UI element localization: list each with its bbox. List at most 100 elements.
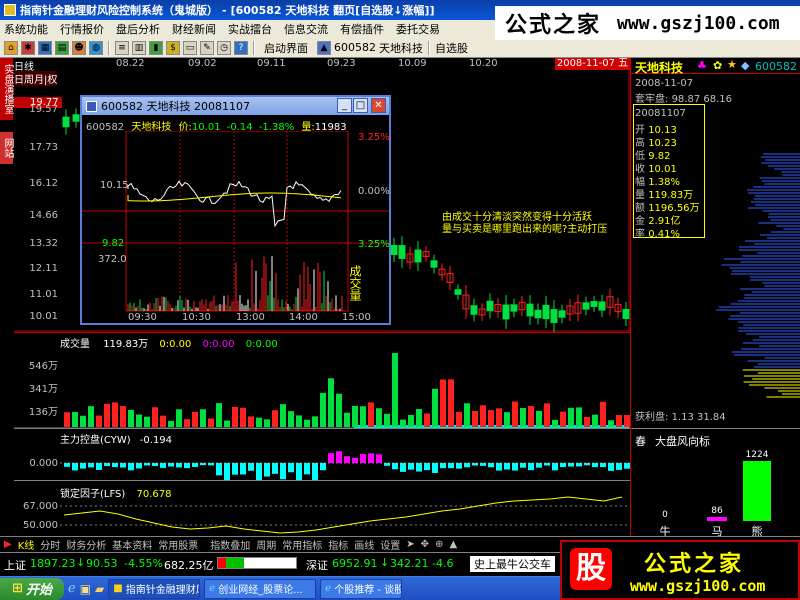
- tab-kline[interactable]: K线: [18, 537, 35, 552]
- price-tick: 17.73: [29, 142, 58, 153]
- grid-icon[interactable]: ▤: [55, 40, 69, 55]
- menu-trade[interactable]: 委托交易: [396, 21, 440, 37]
- cursor-icon[interactable]: ➤: [406, 539, 414, 550]
- volume-bar: [96, 415, 102, 427]
- minimize-button[interactable]: _: [337, 98, 352, 113]
- popup-title-bar[interactable]: 600582 天地科技 20081107 _ □ ✕: [82, 97, 389, 115]
- person-icon[interactable]: ☻: [72, 40, 86, 55]
- money-icon[interactable]: $: [166, 40, 180, 55]
- tab-drawing[interactable]: 画线: [354, 537, 374, 552]
- toolbar-separator: [108, 40, 110, 55]
- lfs-value: 70.678: [136, 489, 172, 500]
- cyw-bar: [160, 463, 166, 468]
- menu-arena[interactable]: 实战擂台: [228, 21, 272, 37]
- move-icon[interactable]: ✥: [421, 539, 429, 550]
- list-icon[interactable]: ≡: [115, 40, 129, 55]
- volume-bar: [424, 413, 430, 427]
- cyw-bar: [544, 463, 550, 466]
- volume-bar: [472, 411, 478, 427]
- play-icon[interactable]: ▶: [4, 539, 12, 550]
- wind-bar-value: 1224: [746, 450, 769, 460]
- menu-analysis[interactable]: 盘后分析: [116, 21, 160, 37]
- quicklaunch-desktop-icon[interactable]: ▣: [80, 582, 91, 596]
- quicklaunch-folder-icon[interactable]: ▰: [95, 582, 104, 596]
- volume-bar: [360, 406, 366, 427]
- lock-icon[interactable]: ▲: [449, 539, 457, 550]
- volume-bar: [384, 413, 390, 427]
- bars-icon[interactable]: ▮: [149, 40, 163, 55]
- maximize-button[interactable]: □: [353, 98, 368, 113]
- tab-intraday[interactable]: 分时: [40, 537, 60, 552]
- menu-news[interactable]: 财经新闻: [172, 21, 216, 37]
- home-icon[interactable]: ⌂: [4, 40, 18, 55]
- zoom-icon[interactable]: ⊕: [435, 539, 443, 550]
- popup-icon: [86, 100, 97, 112]
- tab-indicators[interactable]: 指标: [328, 537, 348, 552]
- quicklaunch-ie-icon[interactable]: ℯ: [68, 581, 76, 596]
- tab-index-overlay[interactable]: 指数叠加: [210, 537, 250, 552]
- task-item-recommend[interactable]: ℯ 个股推荐 - 谈股...: [320, 578, 403, 599]
- cyw-bar: [456, 463, 462, 469]
- close-button[interactable]: ✕: [371, 98, 386, 113]
- toolbar: ⌂ ✱ ▦ ▤ ☻ ◍ ≡ ▥ ▮ $ ▭ ✎ ◷ ? 启动界面 ▲ 60058…: [0, 38, 800, 58]
- cyw-pane[interactable]: 主力控盘(CYW) -0.194 0.000: [14, 428, 630, 481]
- toolbar-stock-name[interactable]: 天地科技: [379, 40, 423, 56]
- clock-icon[interactable]: ◷: [217, 40, 231, 55]
- rp-profit-label: 获利盘:: [635, 412, 669, 423]
- tab-profile[interactable]: 基本资料: [112, 537, 152, 552]
- wind-bar-value: 86: [711, 506, 723, 516]
- toolbar-watchlist[interactable]: 自选股: [435, 40, 468, 56]
- task-item-app[interactable]: ■ 指南针金融理财风...: [108, 578, 201, 599]
- candle: [454, 289, 462, 295]
- cyw-bar: [224, 463, 230, 481]
- period-switch[interactable]: 日周月|权: [14, 71, 58, 86]
- tab-common-stocks[interactable]: 常用股票: [158, 537, 198, 552]
- start-button[interactable]: ⊞ 开始: [0, 577, 64, 600]
- settings-icon[interactable]: ✱: [21, 40, 35, 55]
- price-tick: 10.01: [29, 311, 58, 322]
- volume-bar: [600, 401, 606, 427]
- cyw-bar: [504, 463, 510, 470]
- table-icon[interactable]: ▥: [132, 40, 146, 55]
- cyw-bar: [240, 463, 246, 475]
- volume-header: 成交量 119.83万 0:0.00 0:0.00 0:0.00: [60, 335, 278, 350]
- popup-time-tick: 13:00: [236, 312, 265, 323]
- lfs-pane[interactable]: 锁定因子(LFS) 70.678 67.000 50.000: [14, 480, 630, 536]
- globe-icon[interactable]: ◍: [89, 40, 103, 55]
- menu-plugins[interactable]: 有偿插件: [340, 21, 384, 37]
- annotation-line-2: 量与买卖是哪里跑出来的呢?主动打压: [442, 224, 608, 235]
- cyw-bar: [352, 457, 358, 463]
- volume-bar: [120, 406, 126, 427]
- wind-bar-value: 0: [662, 510, 668, 520]
- task-item-label: 个股推荐 - 谈股...: [334, 585, 403, 596]
- scroll-news[interactable]: 史上最牛公交车: [470, 556, 555, 572]
- question-icon[interactable]: ?: [234, 40, 248, 55]
- toolbar-stock-code[interactable]: 600582: [334, 41, 376, 54]
- menu-system[interactable]: 系统功能: [4, 21, 48, 37]
- tab-settings[interactable]: 设置: [380, 537, 400, 552]
- volume-pane[interactable]: 成交量 119.83万 0:0.00 0:0.00 0:0.00 546万 34…: [14, 332, 630, 429]
- tab-website[interactable]: 网站: [0, 132, 13, 164]
- candle: [558, 310, 566, 318]
- watermark-bottom: 股 公式之家 www.gszj100.com: [560, 540, 800, 600]
- ie-icon: ℯ: [325, 583, 332, 594]
- windows-logo-icon: ⊞: [12, 581, 23, 596]
- app-task-icon: ■: [113, 583, 123, 594]
- cyw-bar: [104, 463, 110, 467]
- task-item-forum[interactable]: ℯ 创业网经_股票论...: [204, 578, 317, 599]
- tab-period[interactable]: 周期: [256, 537, 276, 552]
- popup-time-tick: 14:00: [289, 312, 318, 323]
- tab-finance[interactable]: 财务分析: [66, 537, 106, 552]
- lfs-title: 锁定因子(LFS): [60, 489, 126, 500]
- watermark-logo: 股: [570, 548, 612, 590]
- tab-common-indicators[interactable]: 常用指标: [282, 537, 322, 552]
- menu-quotes[interactable]: 行情报价: [60, 21, 104, 37]
- note-icon[interactable]: ✎: [200, 40, 214, 55]
- tab-live-studio[interactable]: 实盘演播室: [0, 58, 13, 120]
- menu-exchange[interactable]: 信息交流: [284, 21, 328, 37]
- volume-bar: [568, 407, 574, 427]
- window-icon[interactable]: ▭: [183, 40, 197, 55]
- chart-icon[interactable]: ▦: [38, 40, 52, 55]
- launch-button[interactable]: 启动界面: [264, 40, 308, 56]
- intraday-popup[interactable]: 600582 天地科技 20081107 _ □ ✕ 600582 天地科技 价…: [80, 95, 391, 325]
